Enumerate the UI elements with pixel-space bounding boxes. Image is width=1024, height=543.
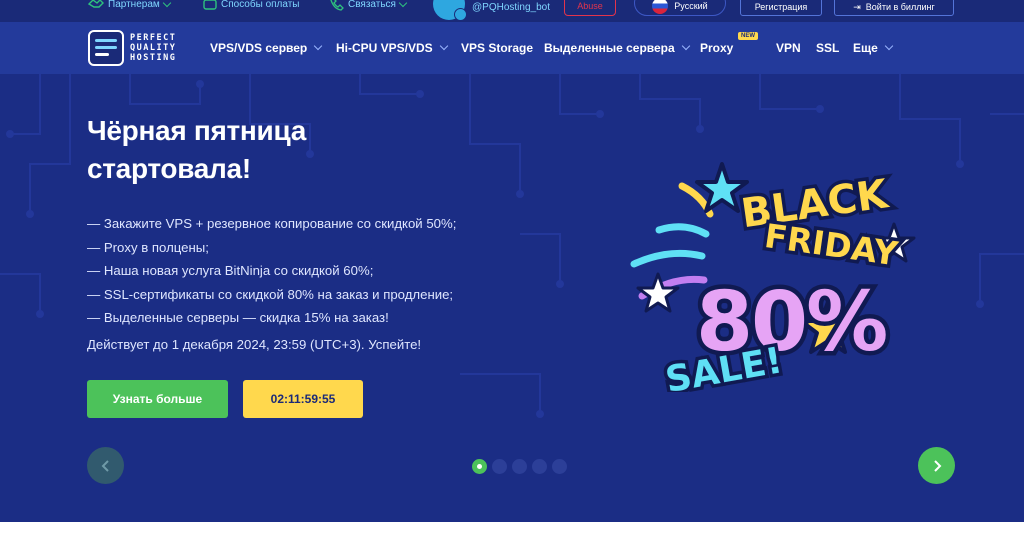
logo-line-1: PERFECT xyxy=(130,33,177,43)
hero-title: Чёрная пятница стартовала! xyxy=(87,112,407,188)
promo-item: — Закажите VPS + резервное копирование с… xyxy=(87,216,457,231)
hero-title-line-2: стартовала! xyxy=(87,153,251,184)
nav-item-label: VPN xyxy=(776,41,801,55)
russia-flag-icon xyxy=(652,0,669,14)
countdown-timer: 02:11:59:55 xyxy=(243,380,363,418)
main-navigation: PERFECT QUALITY HOSTING VPS/VDS сервер H… xyxy=(0,22,1024,74)
logo-wordmark: PERFECT QUALITY HOSTING xyxy=(130,33,176,63)
promo-item: — SSL-сертификаты со скидкой 80% на зака… xyxy=(87,286,454,302)
telegram-bot-link[interactable]: @PQHosting_bot xyxy=(472,2,550,13)
learn-more-button[interactable]: Узнать больше xyxy=(87,380,228,418)
logo-line-3: HOSTING xyxy=(130,53,177,63)
nav-item-vps-vds[interactable]: VPS/VDS сервер xyxy=(210,41,336,55)
site-logo[interactable]: PERFECT QUALITY HOSTING xyxy=(88,30,176,66)
phone-icon xyxy=(330,0,344,11)
handshake-icon xyxy=(88,0,104,8)
chevron-down-icon xyxy=(398,0,408,7)
nav-menu: VPS/VDS сервер Hi-CPU VPS/VDS VPS Storag… xyxy=(210,22,894,74)
slider-dot[interactable] xyxy=(472,459,487,474)
promo-list: — Закажите VPS + резервное копирование с… xyxy=(87,212,456,330)
nav-item-label: Proxy xyxy=(700,41,734,55)
nav-item-vps-storage[interactable]: VPS Storage xyxy=(461,41,544,55)
bf-line-friday: FRIDAY xyxy=(762,216,901,273)
slider-prev-button[interactable] xyxy=(87,447,124,484)
page: Партнерам Способы оплаты Связаться @PQHo… xyxy=(0,0,1024,543)
slider-dot[interactable] xyxy=(492,459,507,474)
chevron-down-icon xyxy=(884,41,894,51)
telegram-bot-avatar[interactable] xyxy=(433,0,467,21)
language-selector[interactable]: Русский xyxy=(634,0,726,16)
promo-deadline: Действует до 1 декабря 2024, 23:59 (UTC+… xyxy=(87,337,422,352)
billing-login-button[interactable]: ⇥ Войти в биллинг xyxy=(834,0,954,16)
nav-item-vpn[interactable]: VPN xyxy=(776,41,816,55)
new-badge: NEW xyxy=(738,32,758,40)
chevron-down-icon xyxy=(681,41,690,51)
nav-item-label: VPS/VDS сервер xyxy=(210,41,308,55)
logo-mark-icon xyxy=(88,30,124,66)
language-label: Русский xyxy=(674,1,708,11)
promo-item: — Proxy в полцены; xyxy=(87,239,209,255)
contact-dropdown[interactable]: Связаться xyxy=(330,0,408,14)
nav-item-label: VPS Storage xyxy=(461,41,534,55)
nav-item-proxy[interactable]: Proxy NEW xyxy=(700,32,776,55)
logo-line-2: QUALITY xyxy=(130,43,177,53)
slider-dot[interactable] xyxy=(532,459,547,474)
nav-item-label: Еще xyxy=(853,41,878,55)
chevron-down-icon xyxy=(314,41,323,51)
nav-item-more[interactable]: Еще xyxy=(853,41,894,55)
nav-item-ssl[interactable]: SSL xyxy=(816,41,853,55)
payment-methods-label: Способы оплаты xyxy=(221,0,300,10)
abuse-button[interactable]: Abuse xyxy=(564,0,616,16)
login-icon: ⇥ xyxy=(853,1,861,12)
nav-item-label: Выделенные сервера xyxy=(544,41,675,55)
payment-methods-link[interactable]: Способы оплаты xyxy=(203,0,300,14)
telegram-icon xyxy=(454,8,467,21)
hero-title-line-1: Чёрная пятница xyxy=(87,115,306,146)
register-button[interactable]: Регистрация xyxy=(740,0,822,16)
slider-dot[interactable] xyxy=(552,459,567,474)
top-utility-bar: Партнерам Способы оплаты Связаться @PQHo… xyxy=(0,0,1024,22)
slider-next-button[interactable] xyxy=(918,447,955,484)
nav-item-label: Hi-CPU VPS/VDS xyxy=(336,41,433,55)
slider-dots xyxy=(472,459,567,474)
nav-item-hi-cpu[interactable]: Hi-CPU VPS/VDS xyxy=(336,41,461,55)
slider-dot[interactable] xyxy=(512,459,527,474)
hero-slider: Чёрная пятница стартовала! — Закажите VP… xyxy=(0,74,1024,522)
promo-item: — Наша новая услуга BitNinja со скидкой … xyxy=(87,263,374,278)
wallet-icon xyxy=(203,0,217,10)
billing-login-label: Войти в биллинг xyxy=(865,2,935,12)
chevron-down-icon xyxy=(162,0,172,7)
nav-item-label: SSL xyxy=(816,41,840,55)
contact-label: Связаться xyxy=(348,0,396,10)
chevron-right-icon xyxy=(933,459,941,472)
chevron-left-icon xyxy=(101,459,109,472)
black-friday-artwork: BLACK FRIDAY 80% SALE! xyxy=(630,162,916,392)
chevron-down-icon xyxy=(439,41,448,51)
promo-item: — Выделенные серверы — скидка 15% на зак… xyxy=(87,310,389,325)
partners-link[interactable]: Партнерам xyxy=(88,0,172,14)
nav-item-dedicated[interactable]: Выделенные сервера xyxy=(544,41,700,55)
partners-label: Партнерам xyxy=(108,0,160,10)
